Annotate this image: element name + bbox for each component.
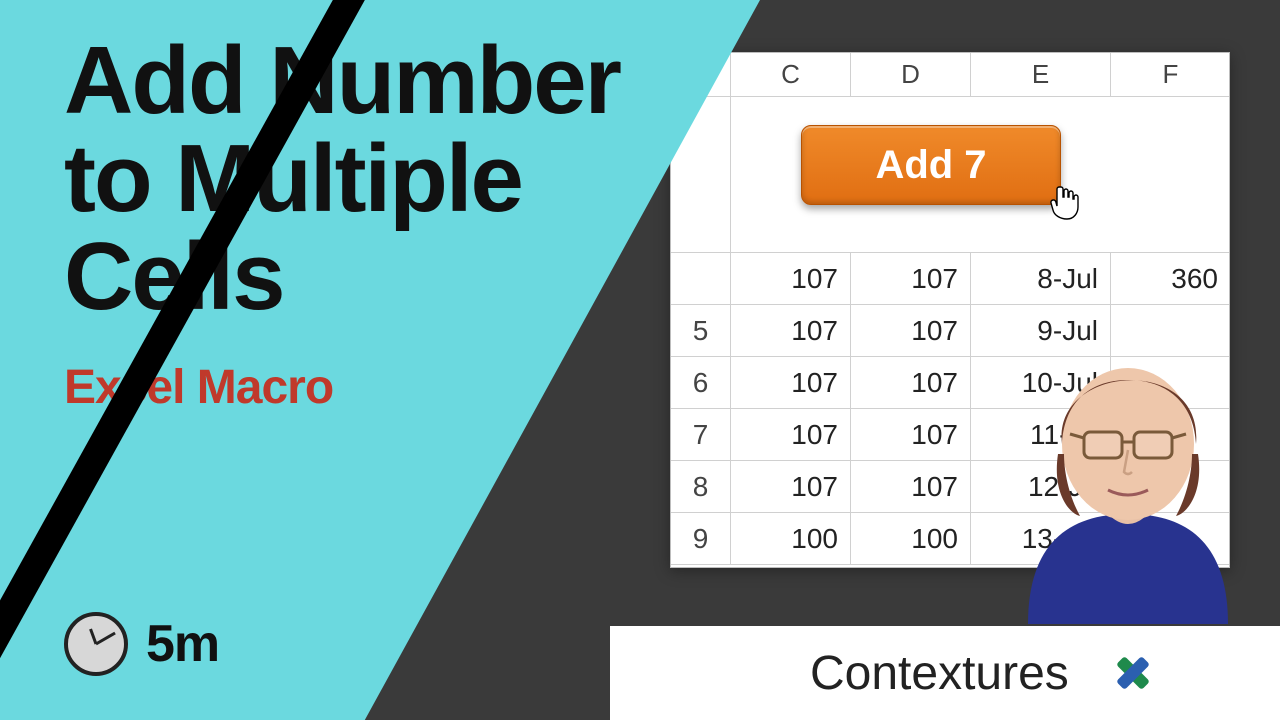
brand-bar: Contextures: [610, 626, 1280, 720]
cell[interactable]: 8-Jul: [971, 253, 1111, 305]
cell[interactable]: 100: [851, 513, 971, 565]
cell[interactable]: 107: [851, 305, 971, 357]
duration-row: 5m: [64, 612, 219, 676]
row-header[interactable]: 5: [671, 305, 731, 357]
table-row: 107 107 8-Jul 360: [671, 253, 1229, 305]
cell[interactable]: 107: [731, 357, 851, 409]
clock-icon: [64, 612, 128, 676]
cell[interactable]: 107: [851, 357, 971, 409]
thumbnail-title: Add Number to Multiple Cells: [64, 32, 684, 326]
brand-logo-icon: [1105, 645, 1161, 701]
cell[interactable]: 107: [731, 305, 851, 357]
row-header[interactable]: 9: [671, 513, 731, 565]
column-headers-row: B C D E F: [671, 53, 1229, 97]
col-header-d[interactable]: D: [851, 53, 971, 97]
cell[interactable]: 100: [731, 513, 851, 565]
duration-text: 5m: [146, 614, 219, 674]
row-header[interactable]: [671, 253, 731, 305]
brand-name: Contextures: [810, 646, 1069, 701]
add-7-button[interactable]: Add 7: [801, 125, 1061, 205]
thumbnail-stage: B C D E F Add 7 107 107 8-Jul 3: [0, 0, 1280, 720]
cell[interactable]: 107: [731, 461, 851, 513]
title-panel: Add Number to Multiple Cells Excel Macro…: [0, 0, 760, 720]
row-header[interactable]: 8: [671, 461, 731, 513]
cell[interactable]: 107: [851, 461, 971, 513]
cell[interactable]: 107: [851, 409, 971, 461]
row-header[interactable]: 6: [671, 357, 731, 409]
hand-cursor-icon: [1049, 185, 1081, 221]
cell[interactable]: 107: [851, 253, 971, 305]
col-header-c[interactable]: C: [731, 53, 851, 97]
col-header-e[interactable]: E: [971, 53, 1111, 97]
row-header[interactable]: 7: [671, 409, 731, 461]
col-header-f[interactable]: F: [1111, 53, 1230, 97]
cell[interactable]: 107: [731, 409, 851, 461]
presenter-avatar: [1008, 334, 1248, 624]
cell[interactable]: 360: [1111, 253, 1230, 305]
cell[interactable]: 107: [731, 253, 851, 305]
